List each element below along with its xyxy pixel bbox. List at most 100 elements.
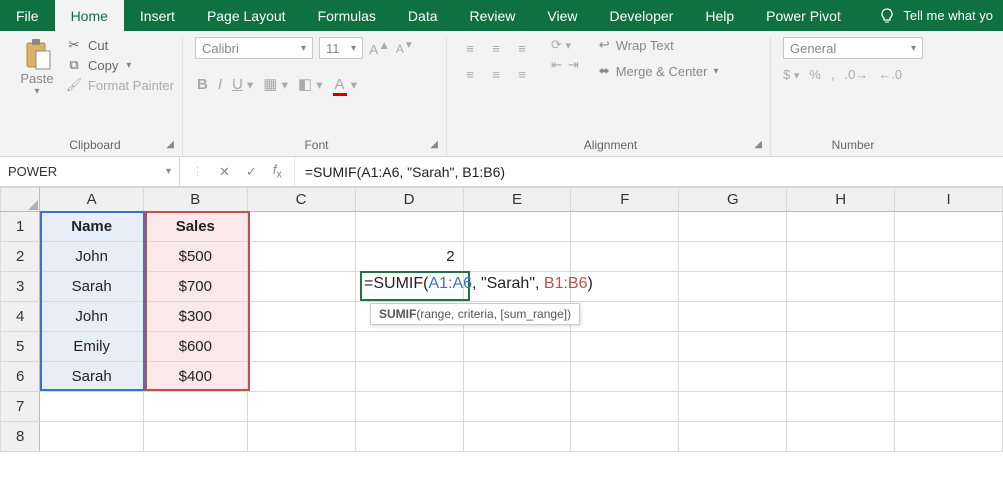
cell-F5[interactable] — [571, 332, 679, 362]
dialog-launcher-icon[interactable]: ◢ — [166, 139, 174, 150]
row-header-2[interactable]: 2 — [1, 242, 40, 272]
cell-F8[interactable] — [571, 422, 679, 452]
accounting-format-button[interactable]: $ ▾ — [783, 67, 799, 82]
cell-C6[interactable] — [247, 362, 355, 392]
cell-H1[interactable] — [787, 212, 895, 242]
menu-tab-home[interactable]: Home — [55, 0, 124, 31]
align-left-icon[interactable]: ≡ — [459, 63, 481, 85]
cell-E8[interactable] — [463, 422, 571, 452]
cell-C1[interactable] — [247, 212, 355, 242]
cell-E1[interactable] — [463, 212, 571, 242]
font-color-button[interactable]: A ▾ — [331, 76, 359, 93]
cell-I4[interactable] — [895, 302, 1003, 332]
cell-G1[interactable] — [679, 212, 787, 242]
dialog-launcher-icon[interactable]: ◢ — [754, 139, 762, 150]
cell-B1[interactable]: Sales — [144, 212, 248, 242]
decrease-indent-icon[interactable]: ⇤ — [551, 57, 562, 73]
comma-button[interactable]: , — [831, 67, 835, 82]
chevron-down-icon[interactable]: ▾ — [713, 66, 718, 77]
increase-font-icon[interactable]: A▲ — [369, 39, 390, 58]
align-center-icon[interactable]: ≡ — [485, 63, 507, 85]
cell-A3[interactable]: Sarah — [40, 272, 144, 302]
menu-tab-data[interactable]: Data — [392, 0, 454, 31]
cell-H6[interactable] — [787, 362, 895, 392]
menu-tab-insert[interactable]: Insert — [124, 0, 191, 31]
cell-A2[interactable]: John — [40, 242, 144, 272]
cell-I8[interactable] — [895, 422, 1003, 452]
font-name-select[interactable]: Calibri▾ — [195, 37, 313, 59]
border-button[interactable]: ▦ ▾ — [261, 75, 290, 93]
orientation-button[interactable]: ⟳ ▾ — [551, 37, 579, 53]
copy-button[interactable]: ⧉Copy▾ — [66, 57, 174, 73]
cell-B5[interactable]: $600 — [144, 332, 248, 362]
chevron-down-icon[interactable]: ▾ — [126, 60, 131, 71]
align-bottom-icon[interactable]: ≡ — [511, 37, 533, 59]
cell-D2[interactable]: 2 — [355, 242, 463, 272]
col-header-G[interactable]: G — [679, 188, 787, 212]
cell-E2[interactable] — [463, 242, 571, 272]
align-top-icon[interactable]: ≡ — [459, 37, 481, 59]
cell-F4[interactable] — [571, 302, 679, 332]
cell-B3[interactable]: $700 — [144, 272, 248, 302]
name-box[interactable]: POWER ▾ — [0, 157, 180, 186]
cell-A7[interactable] — [40, 392, 144, 422]
bold-button[interactable]: B — [195, 76, 210, 93]
formula-input[interactable]: =SUMIF(A1:A6, "Sarah", B1:B6) — [295, 164, 1003, 180]
cell-H3[interactable] — [787, 272, 895, 302]
dialog-launcher-icon[interactable]: ◢ — [430, 139, 438, 150]
cell-I2[interactable] — [895, 242, 1003, 272]
accept-formula-button[interactable]: ✓ — [246, 164, 257, 180]
align-right-icon[interactable]: ≡ — [511, 63, 533, 85]
format-painter-button[interactable]: 🖌Format Painter — [66, 77, 174, 93]
menu-tab-view[interactable]: View — [531, 0, 593, 31]
cell-C3[interactable] — [247, 272, 355, 302]
cell-E5[interactable] — [463, 332, 571, 362]
number-format-select[interactable]: General▾ — [783, 37, 923, 59]
cell-C5[interactable] — [247, 332, 355, 362]
row-header-1[interactable]: 1 — [1, 212, 40, 242]
cell-H8[interactable] — [787, 422, 895, 452]
cell-D5[interactable] — [355, 332, 463, 362]
menu-tab-review[interactable]: Review — [454, 0, 532, 31]
italic-button[interactable]: I — [216, 76, 224, 93]
cell-D8[interactable] — [355, 422, 463, 452]
align-middle-icon[interactable]: ≡ — [485, 37, 507, 59]
cell-I1[interactable] — [895, 212, 1003, 242]
row-header-5[interactable]: 5 — [1, 332, 40, 362]
increase-decimal-icon[interactable]: .0→ — [844, 67, 868, 82]
col-header-A[interactable]: A — [40, 188, 144, 212]
cell-A6[interactable]: Sarah — [40, 362, 144, 392]
cell-B2[interactable]: $500 — [144, 242, 248, 272]
cell-G2[interactable] — [679, 242, 787, 272]
cell-G8[interactable] — [679, 422, 787, 452]
cell-I3[interactable] — [895, 272, 1003, 302]
cell-G3[interactable] — [679, 272, 787, 302]
cell-H2[interactable] — [787, 242, 895, 272]
cell-A1[interactable]: Name — [40, 212, 144, 242]
cell-C8[interactable] — [247, 422, 355, 452]
cell-C7[interactable] — [247, 392, 355, 422]
menu-tab-power-pivot[interactable]: Power Pivot — [750, 0, 857, 31]
wrap-text-button[interactable]: ↩Wrap Text — [599, 37, 719, 53]
row-header-7[interactable]: 7 — [1, 392, 40, 422]
percent-button[interactable]: % — [809, 67, 821, 82]
decrease-decimal-icon[interactable]: ←.0 — [878, 67, 902, 82]
cell-F7[interactable] — [571, 392, 679, 422]
cell-E7[interactable] — [463, 392, 571, 422]
cell-A4[interactable]: John — [40, 302, 144, 332]
col-header-D[interactable]: D — [355, 188, 463, 212]
fill-color-button[interactable]: ◧ ▾ — [296, 75, 325, 93]
font-size-select[interactable]: 11▾ — [319, 37, 363, 59]
cell-I6[interactable] — [895, 362, 1003, 392]
increase-indent-icon[interactable]: ⇥ — [568, 57, 579, 73]
underline-button[interactable]: U ▾ — [230, 76, 255, 93]
col-header-E[interactable]: E — [463, 188, 571, 212]
menu-tab-developer[interactable]: Developer — [594, 0, 690, 31]
cell-I7[interactable] — [895, 392, 1003, 422]
cell-F2[interactable] — [571, 242, 679, 272]
cell-D6[interactable] — [355, 362, 463, 392]
cell-B4[interactable]: $300 — [144, 302, 248, 332]
cell-I5[interactable] — [895, 332, 1003, 362]
col-header-F[interactable]: F — [571, 188, 679, 212]
fx-icon[interactable]: fx — [273, 162, 282, 181]
